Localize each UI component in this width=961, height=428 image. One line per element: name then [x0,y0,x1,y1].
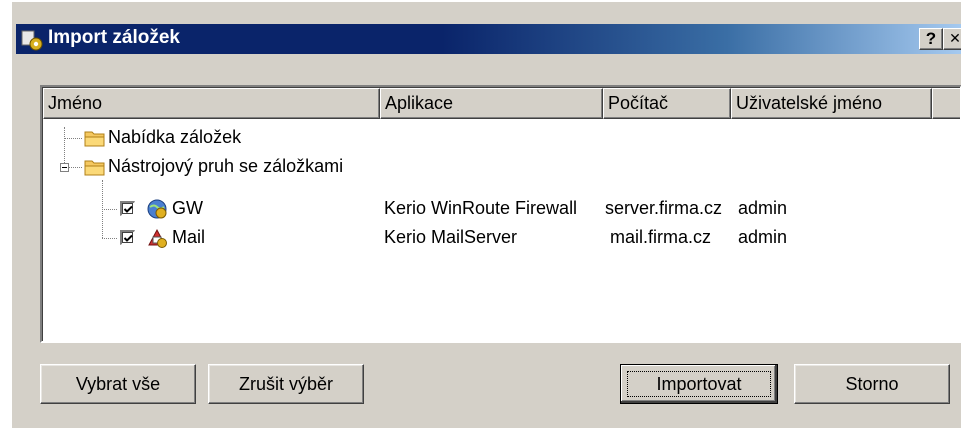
row-name: Nabídka záložek [108,127,242,147]
row-application: Kerio MailServer [384,227,518,247]
tree-line [102,238,117,239]
tree-line [64,138,82,139]
bookmark-list[interactable]: Jméno Aplikace Počítač Uživatelské jméno… [40,85,961,343]
row-checkbox[interactable] [120,201,135,216]
deselect-label: Zrušit výběr [238,374,334,394]
column-header-computer[interactable]: Počítač [603,88,731,119]
tree-line [102,209,117,210]
window-title: Import záložek [48,27,180,48]
column-header-filler [932,88,960,119]
close-button[interactable]: ✕ [943,28,961,50]
column-header-name[interactable]: Jméno [43,88,380,119]
row-application: Kerio WinRoute Firewall [384,198,578,218]
row-name: Mail [172,227,206,247]
column-header-application[interactable]: Aplikace [380,88,603,119]
collapse-toggle[interactable] [60,163,69,172]
tree-line [64,127,65,167]
cancel-label: Storno [845,374,899,394]
help-button[interactable]: ? [919,28,943,50]
folder-icon [84,131,105,147]
row-computer: mail.firma.cz [610,227,712,247]
checkmark-icon [123,205,133,213]
row-username: admin [738,227,788,247]
checkmark-icon [123,234,133,242]
column-header-username[interactable]: Uživatelské jméno [731,88,932,119]
row-checkbox[interactable] [120,230,135,245]
title-bar[interactable]: Import záložek ? ✕ [16,24,961,54]
tree-line [69,167,82,168]
mailserver-icon [148,228,167,248]
folder-icon [84,160,105,176]
winroute-globe-icon [147,199,167,219]
row-name: GW [172,198,203,218]
cancel-button[interactable]: Storno [794,364,950,404]
select-all-button[interactable]: Vybrat vše [40,364,196,404]
focus-rectangle [627,371,771,397]
import-button[interactable]: Importovat [620,364,778,404]
select-all-label: Vybrat vše [75,374,161,394]
deselect-button[interactable]: Zrušit výběr [208,364,364,404]
row-name: Nástrojový pruh se záložkami [108,156,344,176]
row-username: admin [738,198,788,218]
row-computer: server.firma.cz [605,198,723,218]
import-bookmarks-dialog: Import záložek ? ✕ Jméno Aplikace Počíta… [10,0,961,428]
import-gear-icon [21,30,43,51]
